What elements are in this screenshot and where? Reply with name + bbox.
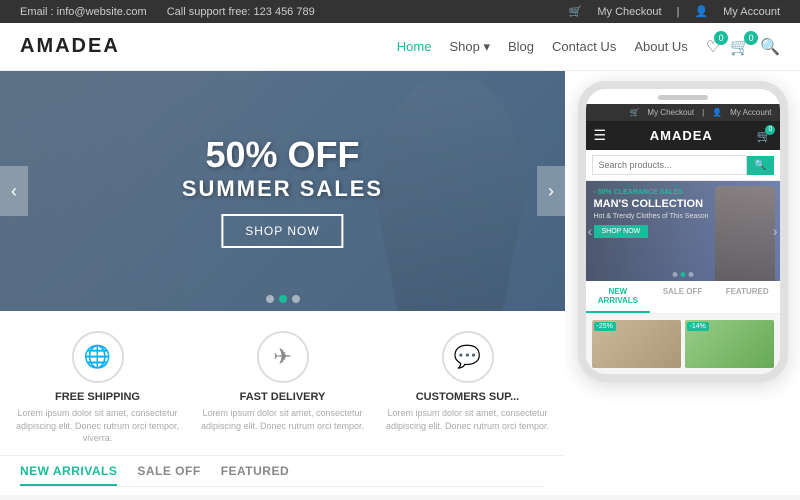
hero-sale-text: 50% OFF	[182, 134, 383, 176]
phone-screen: 🛒 My Checkout | 👤 My Account ☰ AMADEA 🛒 …	[586, 104, 780, 374]
feature-shipping: 🌐 FREE SHIPPING Lorem ipsum dolor sit am…	[10, 331, 185, 445]
nav-shop[interactable]: Shop ▾	[449, 39, 490, 55]
mobile-checkout-icon: 🛒	[629, 108, 639, 117]
mobile-product-tabs: NEW ARRIVALS SALE OFF FEATURED	[586, 281, 780, 314]
cart-count: 0	[744, 31, 758, 45]
mobile-hero-content: - 50% CLEARANCE SALES MAN'S COLLECTION H…	[594, 189, 709, 238]
hero-content: 50% OFF SUMMER SALES SHOP NOW	[182, 134, 383, 248]
mobile-slider-dots	[672, 272, 693, 277]
search-button[interactable]: 🔍	[760, 37, 780, 57]
mobile-panel: 🛒 My Checkout | 👤 My Account ☰ AMADEA 🛒 …	[565, 71, 800, 495]
wishlist-count: 0	[714, 31, 728, 45]
wishlist-button[interactable]: ♡ 0	[706, 37, 720, 57]
tab-new-arrivals[interactable]: NEW ARRIVALS	[20, 464, 117, 486]
cart-button[interactable]: 🛒 0	[730, 37, 750, 57]
mobile-hero-subtitle: Hot & Trendy Clothes of This Season	[594, 213, 709, 220]
checkout-icon: 🛒	[569, 5, 583, 18]
mobile-search-button[interactable]: 🔍	[747, 156, 773, 175]
mobile-tab-featured[interactable]: FEATURED	[715, 281, 780, 313]
features-section: 🌐 FREE SHIPPING Lorem ipsum dolor sit am…	[0, 311, 565, 456]
tab-featured[interactable]: FEATURED	[221, 464, 289, 486]
shipping-desc: Lorem ipsum dolor sit amet, consectetur …	[10, 407, 185, 445]
slider-prev-button[interactable]: ‹	[0, 166, 28, 216]
checkout-link[interactable]: My Checkout	[597, 6, 661, 18]
mobile-hero-tag: - 50% CLEARANCE SALES	[594, 189, 709, 196]
main-content: ‹ › 50% OFF SUMMER SALES SHOP NOW 🌐 FREE…	[0, 71, 800, 495]
top-bar: Email : info@website.com Call support fr…	[0, 0, 800, 23]
nav-contact[interactable]: Contact Us	[552, 39, 616, 54]
mobile-header: ☰ AMADEA 🛒 0	[586, 121, 780, 150]
site-logo[interactable]: AMADEA	[20, 35, 120, 58]
delivery-title: FAST DELIVERY	[195, 391, 370, 403]
hero-person-silhouette	[375, 81, 525, 311]
mobile-menu-icon[interactable]: ☰	[594, 127, 607, 144]
support-desc: Lorem ipsum dolor sit amet, consectetur …	[380, 407, 555, 432]
mobile-hero-title: MAN'S COLLECTION	[594, 198, 709, 211]
hero-cta-button[interactable]: SHOP NOW	[221, 214, 343, 248]
tab-sale-off[interactable]: SALE OFF	[137, 464, 200, 486]
mobile-product-1[interactable]: -25%	[592, 320, 681, 368]
phone-info: Call support free: 123 456 789	[167, 6, 315, 18]
shipping-title: FREE SHIPPING	[10, 391, 185, 403]
mobile-dot-3[interactable]	[688, 272, 693, 277]
nav-home[interactable]: Home	[397, 39, 432, 54]
slider-dot-3[interactable]	[292, 295, 300, 303]
slider-dot-2[interactable]	[279, 295, 287, 303]
mobile-product-2[interactable]: -14%	[685, 320, 774, 368]
products-preview: -25% -14% -18%	[0, 487, 565, 495]
shipping-icon: 🌐	[72, 331, 124, 383]
mobile-slider-prev[interactable]: ‹	[588, 223, 593, 239]
product-tabs: NEW ARRIVALS SALE OFF FEATURED	[20, 464, 545, 487]
slider-next-button[interactable]: ›	[537, 166, 565, 216]
header: AMADEA Home Shop ▾ Blog Contact Us About…	[0, 23, 800, 71]
email-info: Email : info@website.com	[20, 6, 147, 18]
mobile-cart-badge: 0	[765, 125, 775, 135]
hero-slider: ‹ › 50% OFF SUMMER SALES SHOP NOW	[0, 71, 565, 311]
top-bar-right: 🛒 My Checkout | 👤 My Account	[569, 5, 780, 18]
mobile-hero-person	[715, 186, 775, 281]
desktop-panel: ‹ › 50% OFF SUMMER SALES SHOP NOW 🌐 FREE…	[0, 71, 565, 495]
mobile-account-label[interactable]: My Account	[730, 108, 771, 117]
slider-dot-1[interactable]	[266, 295, 274, 303]
mobile-dot-2[interactable]	[680, 272, 685, 277]
hero-subtitle: SUMMER SALES	[182, 176, 383, 202]
mobile-separator: |	[702, 108, 704, 117]
delivery-desc: Lorem ipsum dolor sit amet, consectetur …	[195, 407, 370, 432]
mobile-search-input[interactable]	[592, 155, 748, 175]
nav-about[interactable]: About Us	[634, 39, 687, 54]
mobile-products: -25% -14%	[586, 314, 780, 374]
mobile-logo[interactable]: AMADEA	[650, 128, 713, 143]
mobile-search-bar: 🔍	[586, 150, 780, 181]
feature-support: 💬 CUSTOMERS SUP... Lorem ipsum dolor sit…	[380, 331, 555, 445]
mobile-product-badge-1: -25%	[594, 322, 616, 331]
phone-mockup: 🛒 My Checkout | 👤 My Account ☰ AMADEA 🛒 …	[578, 81, 788, 382]
nav-blog[interactable]: Blog	[508, 39, 534, 54]
mobile-topbar: 🛒 My Checkout | 👤 My Account	[586, 104, 780, 121]
mobile-checkout-label[interactable]: My Checkout	[647, 108, 694, 117]
separator: |	[677, 6, 680, 18]
mobile-dot-1[interactable]	[672, 272, 677, 277]
mobile-product-badge-2: -14%	[687, 322, 709, 331]
account-icon: 👤	[694, 5, 708, 18]
mobile-tab-new-arrivals[interactable]: NEW ARRIVALS	[586, 281, 651, 313]
mobile-slider-next[interactable]: ›	[773, 223, 778, 239]
feature-delivery: ✈ FAST DELIVERY Lorem ipsum dolor sit am…	[195, 331, 370, 445]
delivery-icon: ✈	[257, 331, 309, 383]
mobile-tab-sale-off[interactable]: SALE OFF	[650, 281, 715, 313]
slider-dots	[266, 295, 300, 303]
support-title: CUSTOMERS SUP...	[380, 391, 555, 403]
main-nav: Home Shop ▾ Blog Contact Us About Us ♡ 0…	[397, 37, 780, 57]
mobile-cart-icon[interactable]: 🛒 0	[757, 129, 772, 143]
product-tabs-section: NEW ARRIVALS SALE OFF FEATURED	[0, 456, 565, 487]
mobile-hero-cta-button[interactable]: SHOP NOW	[594, 225, 649, 238]
phone-speaker	[658, 95, 708, 100]
mobile-account-icon: 👤	[712, 108, 722, 117]
support-icon: 💬	[442, 331, 494, 383]
mobile-hero-slider: - 50% CLEARANCE SALES MAN'S COLLECTION H…	[586, 181, 780, 281]
top-bar-left: Email : info@website.com Call support fr…	[20, 6, 315, 18]
account-link[interactable]: My Account	[723, 6, 780, 18]
nav-icons: ♡ 0 🛒 0 🔍	[706, 37, 780, 57]
